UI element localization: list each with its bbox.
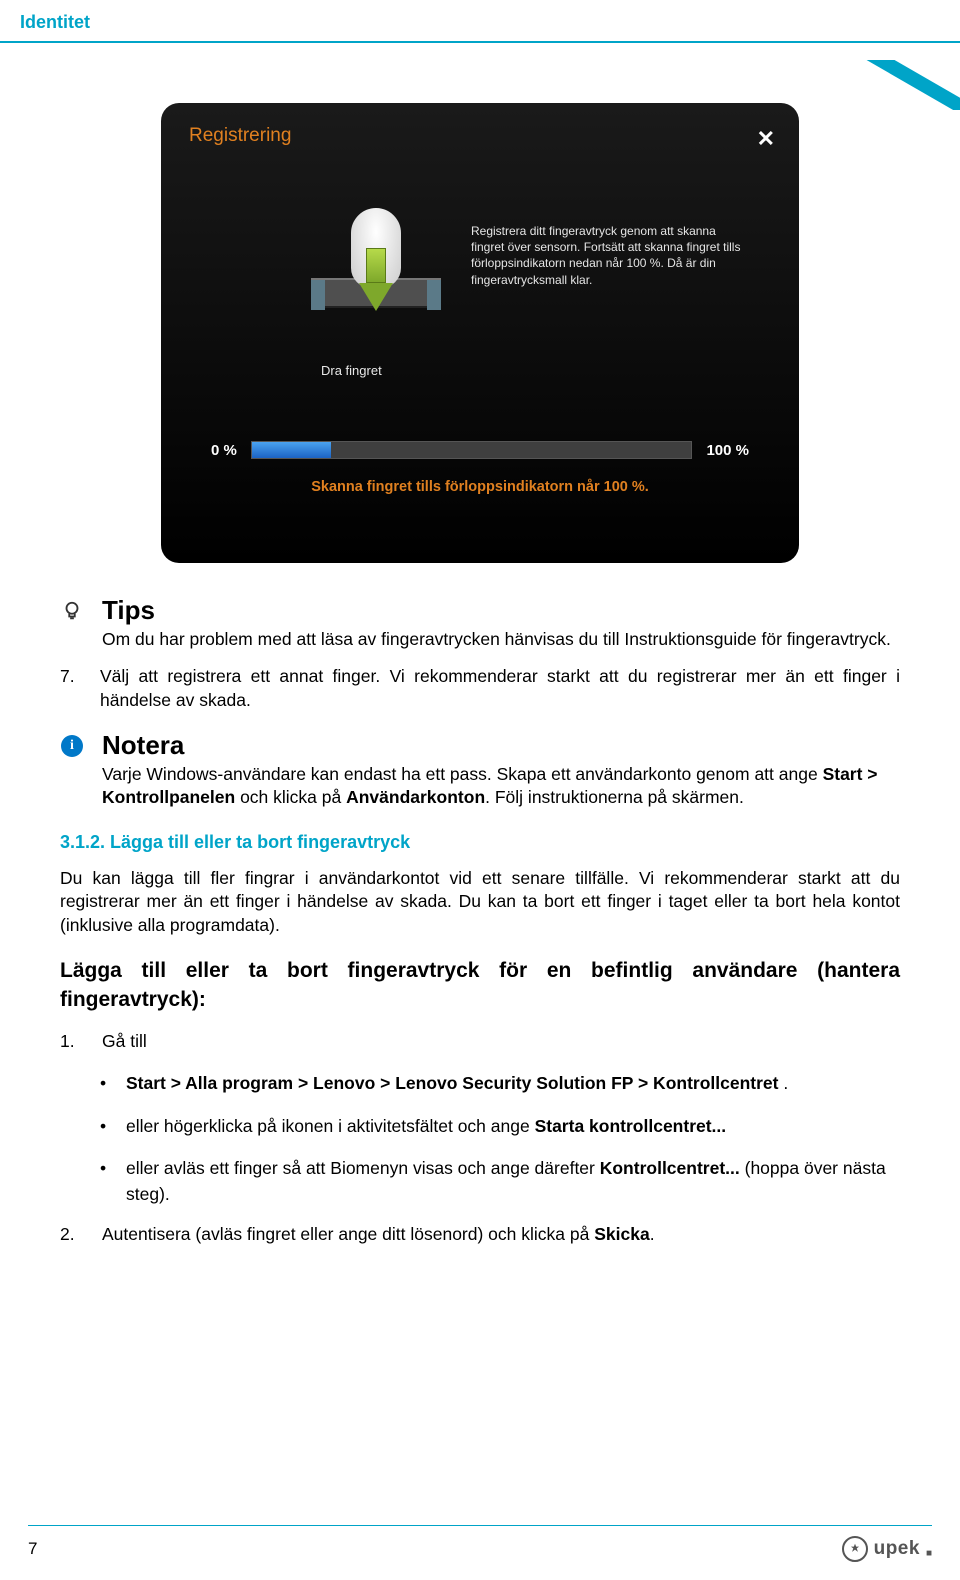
pct-left: 0 % — [211, 442, 237, 459]
progress-bar — [251, 441, 693, 459]
list-1-num: 1. — [60, 1028, 84, 1054]
sub-b-bold: Starta kontrollcentret... — [535, 1116, 727, 1136]
lightbulb-icon — [60, 599, 84, 623]
drag-label: Dra fingret — [321, 363, 382, 378]
sub-a-text: Start > Alla program > Lenovo > Lenovo S… — [126, 1070, 788, 1096]
note-bold2: Användarkonton — [346, 787, 485, 807]
corner-accent — [865, 60, 960, 110]
list-2-suf: . — [650, 1224, 655, 1244]
sub-c-bold: Kontrollcentret... — [600, 1158, 740, 1178]
screenshot-caption: Skanna fingret tills förloppsindikatorn … — [161, 479, 799, 495]
step-7: 7. Välj att registrera ett annat finger.… — [60, 665, 900, 712]
sub-item-a: • Start > Alla program > Lenovo > Lenovo… — [100, 1070, 900, 1096]
upek-logo: upek ■ — [842, 1536, 932, 1562]
tips-title: Tips — [102, 595, 900, 626]
note-suffix: . Följ instruktionerna på skärmen. — [485, 787, 744, 807]
sub-b-text: eller högerklicka på ikonen i aktivitets… — [126, 1113, 726, 1139]
list-2-num: 2. — [60, 1221, 84, 1247]
screenshot-title: Registrering — [189, 125, 291, 147]
close-icon[interactable]: ✕ — [757, 126, 775, 152]
list-2-text: Autentisera (avläs fingret eller ange di… — [102, 1221, 655, 1247]
sub-c-text: eller avläs ett finger så att Biomenyn v… — [126, 1155, 900, 1208]
bullet-icon: • — [100, 1070, 110, 1096]
enrollment-screenshot: Registrering ✕ Registrera ditt fingeravt… — [161, 103, 799, 563]
finger-graphic — [331, 218, 421, 368]
list-1-text: Gå till — [102, 1028, 147, 1054]
list-item-1: 1. Gå till — [60, 1028, 900, 1054]
page-number: 7 — [28, 1539, 37, 1559]
step-7-text: Välj att registrera ett annat finger. Vi… — [100, 665, 900, 712]
tips-text: Om du har problem med att läsa av finger… — [102, 628, 900, 651]
tips-callout: Tips Om du har problem med att läsa av f… — [60, 595, 900, 651]
list-2-bold: Skicka — [594, 1224, 649, 1244]
sub-item-c: • eller avläs ett finger så att Biomenyn… — [100, 1155, 900, 1208]
info-icon: i — [60, 734, 84, 758]
sub-item-b: • eller högerklicka på ikonen i aktivite… — [100, 1113, 900, 1139]
progress-fill — [252, 442, 331, 458]
subheading: Lägga till eller ta bort fingeravtryck f… — [60, 957, 900, 1014]
note-text: Varje Windows-användare kan endast ha et… — [102, 763, 900, 809]
header-title: Identitet — [20, 12, 940, 33]
sub-c-pre: eller avläs ett finger så att Biomenyn v… — [126, 1158, 600, 1178]
screenshot-instruction: Registrera ditt fingeravtryck genom att … — [471, 223, 751, 288]
note-title: Notera — [102, 730, 900, 761]
sub-a-suf: . — [778, 1073, 788, 1093]
arrow-down-icon — [359, 248, 393, 318]
page-header: Identitet — [0, 0, 960, 43]
note-callout: i Notera Varje Windows-användare kan end… — [60, 730, 900, 809]
sub-b-pre: eller högerklicka på ikonen i aktivitets… — [126, 1116, 535, 1136]
step-7-num: 7. — [60, 665, 86, 712]
bullet-icon: • — [100, 1155, 110, 1208]
section-heading: 3.1.2. Lägga till eller ta bort fingerav… — [60, 832, 900, 853]
note-mid1: och klicka på — [235, 787, 346, 807]
note-pre: Varje Windows-användare kan endast ha et… — [102, 764, 823, 784]
list-2-pre: Autentisera (avläs fingret eller ange di… — [102, 1224, 594, 1244]
pct-right: 100 % — [706, 442, 749, 459]
paragraph-1: Du kan lägga till fler fingrar i använda… — [60, 867, 900, 938]
progress-row: 0 % 100 % — [211, 441, 749, 459]
logo-mark-icon — [842, 1536, 868, 1562]
sub-a-bold: Start > Alla program > Lenovo > Lenovo S… — [126, 1073, 778, 1093]
page-footer: 7 upek ■ — [0, 1525, 960, 1562]
bullet-icon: • — [100, 1113, 110, 1139]
logo-dot: ■ — [926, 1548, 932, 1559]
list-item-2: 2. Autentisera (avläs fingret eller ange… — [60, 1221, 900, 1247]
logo-text: upek — [874, 1538, 920, 1560]
